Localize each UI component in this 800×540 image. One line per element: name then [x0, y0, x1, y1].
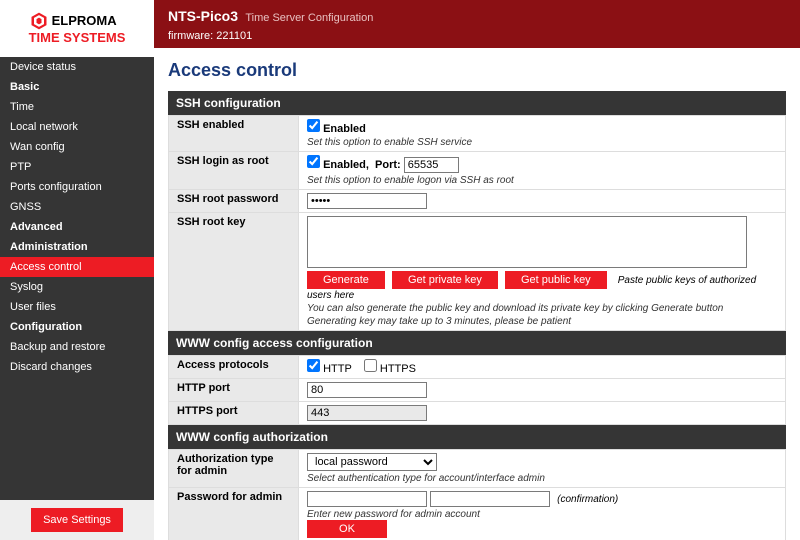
page-title: Access control [168, 60, 786, 81]
nav-local-network[interactable]: Local network [0, 117, 154, 137]
ssh-port-input[interactable] [404, 157, 459, 173]
get-private-key-button[interactable]: Get private key [392, 271, 498, 289]
ssh-root-key-textarea[interactable] [307, 216, 747, 268]
nav-gnss[interactable]: GNSS [0, 197, 154, 217]
nav-access-control[interactable]: Access control [0, 257, 154, 277]
firmware-value: 221101 [216, 30, 252, 42]
admin-pw-confirm-input[interactable] [430, 491, 550, 507]
nav-backup-restore[interactable]: Backup and restore [0, 337, 154, 357]
product-title: NTS-Pico3 [168, 8, 238, 24]
ssh-root-pw-input[interactable] [307, 193, 427, 209]
www-protocols-label: Access protocols [169, 356, 299, 379]
admin-pw-input[interactable] [307, 491, 427, 507]
admin-pw-confirm-label: (confirmation) [557, 494, 618, 505]
nav-administration[interactable]: Administration [0, 237, 154, 257]
admin-pw-note: Enter new password for admin account [307, 509, 777, 520]
ssh-enabled-checkbox[interactable] [307, 119, 320, 132]
http-port-label: HTTP port [169, 379, 299, 402]
admin-pw-label: Password for admin [169, 488, 299, 540]
www-section-header: WWW config access configuration [168, 331, 786, 355]
nav-user-files[interactable]: User files [0, 297, 154, 317]
brand-line1: ELPROMA [52, 14, 117, 28]
https-text: HTTPS [380, 363, 416, 375]
ok-button[interactable]: OK [307, 520, 387, 538]
ssh-login-root-note: Set this option to enable logon via SSH … [307, 175, 777, 186]
brand-line2: TIME SYSTEMS [29, 31, 126, 45]
https-port-label: HTTPS port [169, 402, 299, 425]
auth-type-label: Authorization type for admin [169, 450, 299, 488]
generate-key-button[interactable]: Generate [307, 271, 385, 289]
ssh-enabled-note: Set this option to enable SSH service [307, 137, 777, 148]
ssh-port-label: Port: [375, 159, 401, 171]
nav-syslog[interactable]: Syslog [0, 277, 154, 297]
auth-type-note: Select authentication type for account/i… [307, 473, 777, 484]
http-port-input[interactable] [307, 382, 427, 398]
nav-ports-config[interactable]: Ports configuration [0, 177, 154, 197]
ssh-section-header: SSH configuration [168, 91, 786, 115]
nav-advanced[interactable]: Advanced [0, 217, 154, 237]
get-public-key-button[interactable]: Get public key [505, 271, 607, 289]
ssh-root-pw-label: SSH root password [169, 190, 299, 213]
http-text: HTTP [323, 363, 352, 375]
auth-section-header: WWW config authorization [168, 425, 786, 449]
ssh-key-note2: Generating key may take up to 3 minutes,… [307, 316, 777, 327]
save-settings-button[interactable]: Save Settings [31, 508, 123, 532]
auth-type-select[interactable]: local password [307, 453, 437, 471]
nav-wan-config[interactable]: Wan config [0, 137, 154, 157]
nav-device-status[interactable]: Device status [0, 57, 154, 77]
ssh-login-root-checkbox[interactable] [307, 155, 320, 168]
nav-ptp[interactable]: PTP [0, 157, 154, 177]
http-checkbox[interactable] [307, 359, 320, 372]
hexagon-icon [29, 11, 49, 31]
https-checkbox[interactable] [364, 359, 377, 372]
https-port-input [307, 405, 427, 421]
ssh-enabled-label: SSH enabled [169, 116, 299, 152]
ssh-enabled-text: Enabled [323, 123, 366, 135]
nav-discard-changes[interactable]: Discard changes [0, 357, 154, 377]
ssh-login-root-text: Enabled, [323, 159, 369, 171]
firmware-prefix: firmware: [168, 30, 213, 42]
ssh-root-key-label: SSH root key [169, 213, 299, 331]
nav-time[interactable]: Time [0, 97, 154, 117]
sidebar-nav: Device status Basic Time Local network W… [0, 57, 154, 500]
brand-logo: ELPROMA TIME SYSTEMS [0, 0, 154, 57]
ssh-key-note1: You can also generate the public key and… [307, 303, 777, 314]
topbar: NTS-Pico3 Time Server Configuration firm… [154, 0, 800, 48]
nav-configuration[interactable]: Configuration [0, 317, 154, 337]
nav-basic[interactable]: Basic [0, 77, 154, 97]
ssh-login-root-label: SSH login as root [169, 152, 299, 190]
product-subtitle: Time Server Configuration [245, 12, 373, 24]
